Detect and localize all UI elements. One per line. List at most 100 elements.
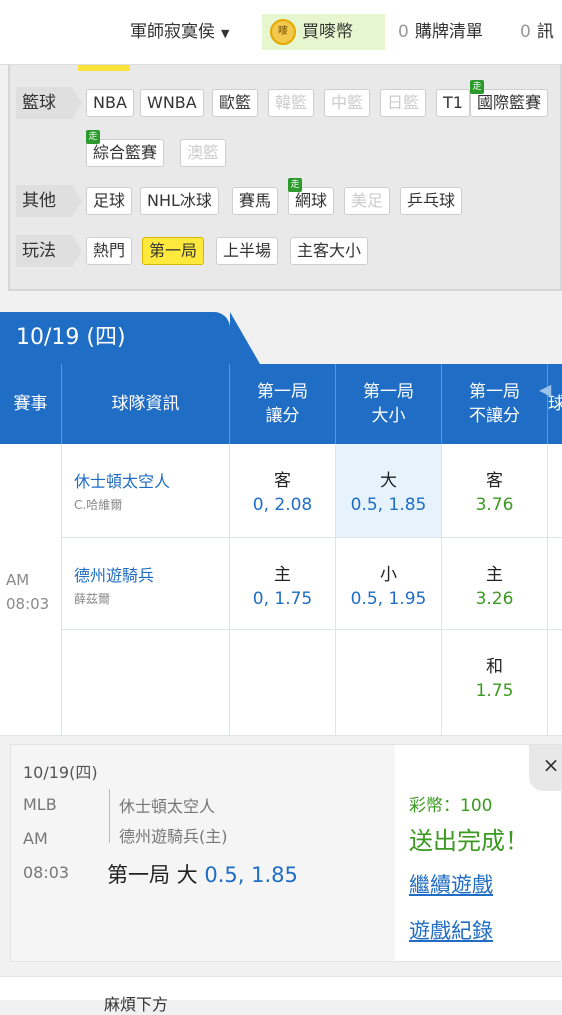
chip-china-basketball[interactable]: 中籃 <box>324 89 371 117</box>
game-history-link[interactable]: 遊戲紀錄 <box>409 915 493 945</box>
chip-intl-basketball[interactable]: 走國際籃賽 <box>470 80 549 117</box>
filter-panel: 籃球 NBA WNBA 歐籃 韓籃 中籃 日籃 T1 走國際籃賽 走綜合籃賽 澳… <box>8 65 562 291</box>
slip-pick-label: 第一局 大 <box>107 863 198 887</box>
chip-label: 網球 <box>295 191 328 210</box>
odds-value: 1.75 <box>475 681 514 701</box>
category-other: 其他 <box>16 185 82 217</box>
slip-status: 送出完成！ <box>409 827 529 855</box>
continue-game-link[interactable]: 繼續遊戲 <box>409 869 493 899</box>
chip-mixed-basketball[interactable]: 走綜合籃賽 <box>86 130 165 167</box>
chip-american-football[interactable]: 美足 <box>344 187 391 215</box>
chip-t1[interactable]: T1 <box>436 89 470 117</box>
bottom-strip: 麻煩下方 <box>0 976 562 1014</box>
filter-row-other: 其他 足球 NHL冰球 賽馬 走網球 美足 乒乓球 <box>16 178 556 217</box>
chip-nhl[interactable]: NHL冰球 <box>140 187 219 215</box>
chip-hot[interactable]: 熱門 <box>86 237 133 265</box>
event-cell: AM 08:03 <box>0 444 62 736</box>
header-event: 賽事 <box>0 364 62 444</box>
header-total-line2: 大小 <box>371 406 406 426</box>
header-spread-line2: 讓分 <box>265 406 300 426</box>
filter-row-play: 玩法 熱門 第一局 上半場 主客大小 <box>16 235 556 267</box>
odds-moneyline-draw[interactable]: 和 1.75 <box>442 630 548 736</box>
team-cell-home: 德州遊騎兵 薛茲爾 <box>62 538 230 630</box>
chip-japan-basketball[interactable]: 日籃 <box>380 89 427 117</box>
home-team-name[interactable]: 德州遊騎兵 <box>74 562 154 586</box>
header-moneyline-line1: 第一局 <box>469 382 520 402</box>
odds-moneyline-away[interactable]: 客 3.76 <box>442 444 548 538</box>
chip-label: 綜合籃賽 <box>93 143 158 162</box>
top-bar: 軍師寂寞侯 ▼ 嘜買嘜幣 0 購牌清單 0訊 <box>0 0 562 65</box>
header-next-col: 球 <box>548 394 562 414</box>
slip-time-ampm: AM <box>23 829 48 848</box>
date-tab: 10/19 (四) <box>0 312 260 364</box>
table-header: 賽事 球隊資訊 第一局 讓分 第一局 大小 第一局 不讓分 球 <box>0 364 562 444</box>
bet-slip-details: 10/19(四) MLB AM 08:03 休士頓太空人 德州遊騎兵(主) 第一… <box>11 745 395 961</box>
odds-side: 客 <box>274 471 291 491</box>
messages-button[interactable]: 0訊 <box>520 14 554 50</box>
chip-korea-basketball[interactable]: 韓籃 <box>268 89 315 117</box>
odds-side: 小 <box>380 565 397 585</box>
header-spread: 第一局 讓分 <box>230 364 336 444</box>
chip-first-half[interactable]: 上半場 <box>216 237 279 265</box>
slip-coins: 彩幣：100 <box>409 796 493 816</box>
slip-pick: 第一局 大 0.5, 1.85 <box>107 859 298 889</box>
odds-value: 3.76 <box>475 495 514 515</box>
event-time-ampm: AM <box>6 571 30 589</box>
bottom-text: 麻煩下方 <box>104 995 169 1014</box>
chip-tennis[interactable]: 走網球 <box>288 178 335 215</box>
odds-side: 和 <box>486 657 503 677</box>
odds-spread-empty <box>230 630 336 736</box>
chip-horse-racing[interactable]: 賽馬 <box>232 187 279 215</box>
purchase-list-button[interactable]: 0 購牌清單 <box>398 14 483 50</box>
chip-aus-basketball[interactable]: 澳籃 <box>180 139 227 167</box>
header-moneyline-line2: 不讓分 <box>469 406 520 426</box>
slip-home-team: 德州遊騎兵(主) <box>119 827 228 846</box>
event-time: 08:03 <box>6 595 50 613</box>
filter-row-basketball-2: 走綜合籃賽 澳籃 <box>16 130 556 169</box>
slip-divider <box>109 789 110 843</box>
slip-league: MLB <box>23 795 57 814</box>
odds-side: 主 <box>274 565 291 585</box>
odds-table: AM 08:03 休士頓太空人 C.哈維爾 德州遊騎兵 薛茲爾 客 0, 2.0… <box>0 444 562 736</box>
live-badge: 走 <box>288 178 302 192</box>
chip-table-tennis[interactable]: 乒乓球 <box>400 187 463 215</box>
chevron-left-icon[interactable]: ◀ <box>539 380 551 402</box>
chip-euro-basketball[interactable]: 歐籃 <box>212 89 259 117</box>
odds-spread-away[interactable]: 客 0, 2.08 <box>230 444 336 538</box>
buy-coins-button[interactable]: 嘜買嘜幣 <box>262 14 385 50</box>
selected-chip-stub <box>78 65 130 71</box>
chevron-down-icon: ▼ <box>221 27 230 40</box>
purchase-list-label: 購牌清單 <box>414 22 483 42</box>
coin-icon: 嘜 <box>270 19 296 45</box>
chip-wnba[interactable]: WNBA <box>140 89 204 117</box>
category-basketball: 籃球 <box>16 87 82 119</box>
filter-row-basketball: 籃球 NBA WNBA 歐籃 韓籃 中籃 日籃 T1 走國際籃賽 <box>16 80 556 119</box>
user-name: 軍師寂寞侯 <box>130 22 215 42</box>
odds-spread-home[interactable]: 主 0, 1.75 <box>230 538 336 630</box>
odds-next-col <box>548 630 562 736</box>
away-team-name[interactable]: 休士頓太空人 <box>74 468 170 492</box>
odds-next-col <box>548 538 562 630</box>
chip-soccer[interactable]: 足球 <box>86 187 133 215</box>
header-spread-line1: 第一局 <box>257 382 308 402</box>
slip-pick-value: 0.5, 1.85 <box>204 863 298 887</box>
chip-first-inning[interactable]: 第一局 <box>142 237 205 265</box>
odds-total-over[interactable]: 大 0.5, 1.85 <box>336 444 442 538</box>
user-menu[interactable]: 軍師寂寞侯 ▼ <box>130 14 252 50</box>
header-total-line1: 第一局 <box>363 382 414 402</box>
slip-date: 10/19(四) <box>23 763 98 782</box>
header-total: 第一局 大小 <box>336 364 442 444</box>
home-pitcher: 薛茲爾 <box>74 592 111 606</box>
odds-total-under[interactable]: 小 0.5, 1.95 <box>336 538 442 630</box>
odds-side: 主 <box>486 565 503 585</box>
category-play: 玩法 <box>16 235 82 267</box>
chip-home-away-total[interactable]: 主客大小 <box>290 237 369 265</box>
slip-time: 08:03 <box>23 863 70 882</box>
close-icon[interactable]: × <box>529 745 562 791</box>
odds-moneyline-home[interactable]: 主 3.26 <box>442 538 548 630</box>
odds-value: 0, 2.08 <box>252 495 313 515</box>
live-badge: 走 <box>86 130 100 144</box>
live-badge: 走 <box>470 80 484 94</box>
chip-nba[interactable]: NBA <box>86 89 134 117</box>
team-cell-empty <box>62 630 230 736</box>
